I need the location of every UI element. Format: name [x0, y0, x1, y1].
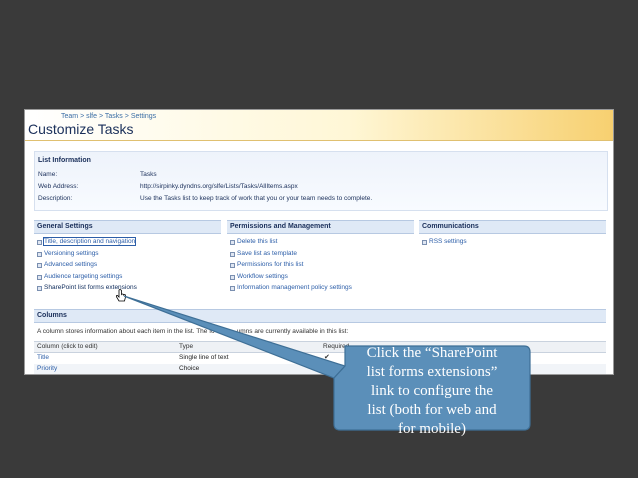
callout-overlay [123, 295, 531, 431]
callout-text: Click the “SharePoint list forms extensi… [366, 345, 498, 437]
callout-pointer [123, 295, 347, 379]
